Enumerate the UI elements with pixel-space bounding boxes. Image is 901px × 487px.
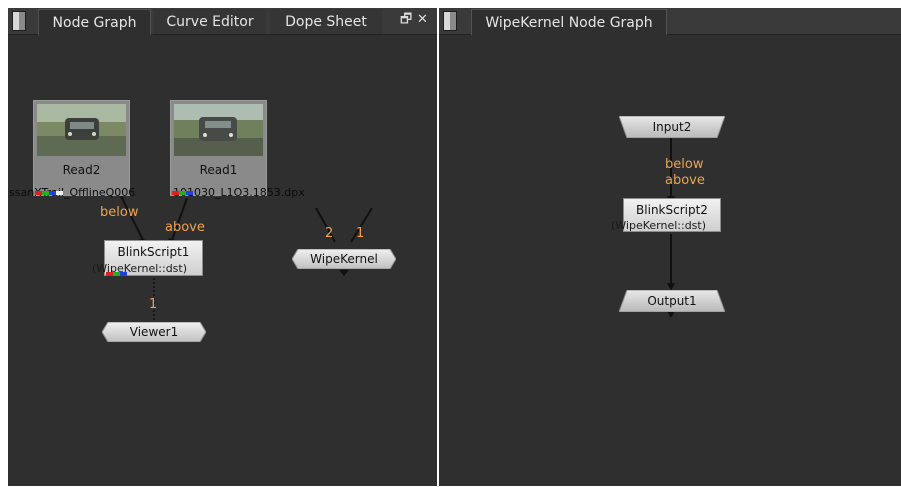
read2-channel-swatches bbox=[35, 191, 63, 195]
wipekernel-node-graph-panel[interactable]: WipeKernel Node Graph Input2 below above… bbox=[439, 8, 901, 486]
edge-label-above: above bbox=[165, 220, 205, 235]
read1-node[interactable]: Read1 bbox=[170, 100, 267, 196]
swatch-white bbox=[56, 191, 63, 195]
swatch-blue bbox=[120, 272, 127, 276]
swatch-red bbox=[172, 191, 179, 195]
edge-label-above: above bbox=[665, 173, 705, 188]
swatch-red bbox=[35, 191, 42, 195]
edge-label-below: below bbox=[665, 157, 704, 172]
edge-label-input-2: 2 bbox=[325, 226, 334, 241]
swatch-green bbox=[179, 191, 186, 195]
read1-label: Read1 bbox=[199, 163, 238, 177]
swatch-green bbox=[42, 191, 49, 195]
read2-label: Read2 bbox=[62, 163, 101, 177]
blinkscript1-channel-swatches bbox=[106, 272, 127, 276]
viewer1-label: Viewer1 bbox=[129, 325, 179, 339]
read2-node[interactable]: Read2 bbox=[33, 100, 130, 196]
read2-thumbnail bbox=[37, 104, 126, 156]
swatch-blue bbox=[49, 191, 56, 195]
right-edges bbox=[667, 138, 675, 318]
read1-channel-swatches bbox=[172, 191, 193, 195]
edge-label-viewer-input: 1 bbox=[149, 297, 158, 312]
read2-file-label: ssanXTrail_OfflineQ006 bbox=[9, 186, 136, 199]
blinkscript2-label: BlinkScript2 bbox=[636, 203, 708, 217]
read1-thumbnail bbox=[174, 104, 263, 156]
edge-label-input-1: 1 bbox=[356, 226, 365, 241]
output1-node[interactable]: Output1 bbox=[619, 290, 725, 312]
wipekernel-label: WipeKernel bbox=[310, 252, 378, 266]
edge-label-below: below bbox=[100, 205, 139, 220]
output1-label: Output1 bbox=[647, 294, 697, 308]
node-graph-panel[interactable]: Node Graph Curve Editor Dope Sheet 🗗 ✕ R… bbox=[8, 8, 437, 486]
swatch-green bbox=[113, 272, 120, 276]
input2-label: Input2 bbox=[652, 120, 692, 134]
blinkscript1-label: BlinkScript1 bbox=[117, 245, 190, 259]
input2-node[interactable]: Input2 bbox=[619, 116, 725, 138]
wipekernel-node[interactable]: WipeKernel bbox=[292, 249, 396, 269]
blinkscript2-kernel-label: (WipeKernel::dst) bbox=[611, 219, 707, 232]
left-edges bbox=[120, 195, 373, 330]
viewer1-node[interactable]: Viewer1 bbox=[102, 322, 206, 342]
swatch-blue bbox=[186, 191, 193, 195]
swatch-red bbox=[106, 272, 113, 276]
